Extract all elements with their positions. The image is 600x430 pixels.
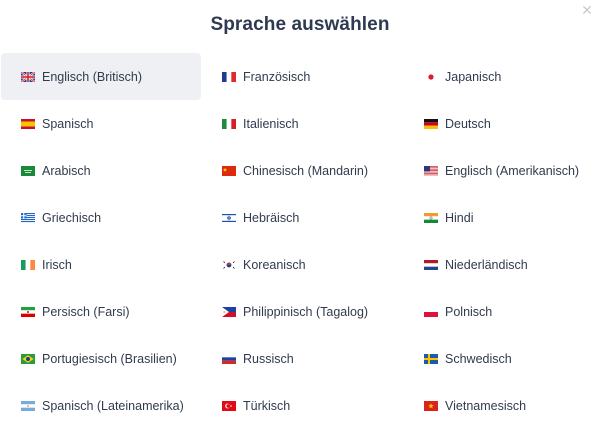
language-label: Hindi [445,210,474,225]
language-option-sa[interactable]: Arabisch [0,147,202,194]
language-option-br[interactable]: Portugiesisch (Brasilien) [0,335,202,382]
ph-flag-icon [222,306,243,317]
nl-flag-icon [424,259,445,270]
vn-flag-icon [424,400,445,411]
language-label: Japanisch [445,69,502,84]
gb-flag-icon [21,71,42,82]
language-label: Polnisch [445,304,493,319]
se-flag-icon [424,353,445,364]
language-label: Koreanisch [243,257,306,272]
language-option-kr[interactable]: Koreanisch [202,241,404,288]
language-option-in[interactable]: Hindi [404,194,600,241]
pl-flag-icon [424,306,445,317]
in-flag-icon [424,212,445,223]
language-label: Portugiesisch (Brasilien) [42,351,177,366]
br-flag-icon [21,353,42,364]
language-label: Englisch (Amerikanisch) [445,163,580,178]
de-flag-icon [424,118,445,129]
language-label: Philippinisch (Tagalog) [243,304,369,319]
language-option-ie[interactable]: Irisch [0,241,202,288]
language-option-it[interactable]: Italienisch [202,100,404,147]
it-flag-icon [222,118,243,129]
gr-flag-icon [21,212,42,223]
language-label: Spanisch (Lateinamerika) [42,398,184,413]
language-label: Deutsch [445,116,491,131]
language-option-tr[interactable]: Türkisch [202,382,404,429]
cn-flag-icon [222,165,243,176]
language-option-jp[interactable]: Japanisch [404,53,600,100]
language-label: Englisch (Britisch) [42,69,143,84]
language-label: Chinesisch (Mandarin) [243,163,369,178]
tr-flag-icon [222,400,243,411]
language-label: Persisch (Farsi) [42,304,130,319]
language-label: Griechisch [42,210,102,225]
language-option-il[interactable]: Hebräisch [202,194,404,241]
language-option-de[interactable]: Deutsch [404,100,600,147]
dialog-title: Sprache auswählen [210,14,390,35]
ir-flag-icon [21,306,42,317]
language-option-es[interactable]: Spanisch [0,100,202,147]
language-label: Türkisch [243,398,291,413]
language-label: Irisch [42,257,72,272]
language-option-cn[interactable]: Chinesisch (Mandarin) [202,147,404,194]
us-flag-icon [424,165,445,176]
language-grid: Englisch (Britisch) Französisch Japanisch S… [0,53,600,429]
language-option-pl[interactable]: Polnisch [404,288,600,335]
language-option-se[interactable]: Schwedisch [404,335,600,382]
language-label: Spanisch [42,116,94,131]
language-option-ir[interactable]: Persisch (Farsi) [0,288,202,335]
language-label: Italienisch [243,116,299,131]
language-option-fr[interactable]: Französisch [202,53,404,100]
language-option-vn[interactable]: Vietnamesisch [404,382,600,429]
language-label: Russisch [243,351,294,366]
language-label: Hebräisch [243,210,300,225]
language-option-ar[interactable]: Spanisch (Lateinamerika) [0,382,202,429]
language-option-gr[interactable]: Griechisch [0,194,202,241]
ru-flag-icon [222,353,243,364]
es-flag-icon [21,118,42,129]
language-label: Schwedisch [445,351,512,366]
ie-flag-icon [21,259,42,270]
fr-flag-icon [222,71,243,82]
language-label: Niederländisch [445,257,528,272]
language-label: Vietnamesisch [445,398,527,413]
language-option-ph[interactable]: Philippinisch (Tagalog) [202,288,404,335]
language-label: Arabisch [42,163,91,178]
il-flag-icon [222,212,243,223]
language-option-gb[interactable]: Englisch (Britisch) [1,53,201,100]
ar-flag-icon [21,400,42,411]
language-option-nl[interactable]: Niederländisch [404,241,600,288]
language-dialog: ✕ Sprache auswählen Englisch (Britisch) F… [0,0,600,430]
jp-flag-icon [424,71,445,82]
sa-flag-icon [21,165,42,176]
language-label: Französisch [243,69,311,84]
language-option-us[interactable]: Englisch (Amerikanisch) [404,147,600,194]
kr-flag-icon [222,259,243,270]
language-option-ru[interactable]: Russisch [202,335,404,382]
